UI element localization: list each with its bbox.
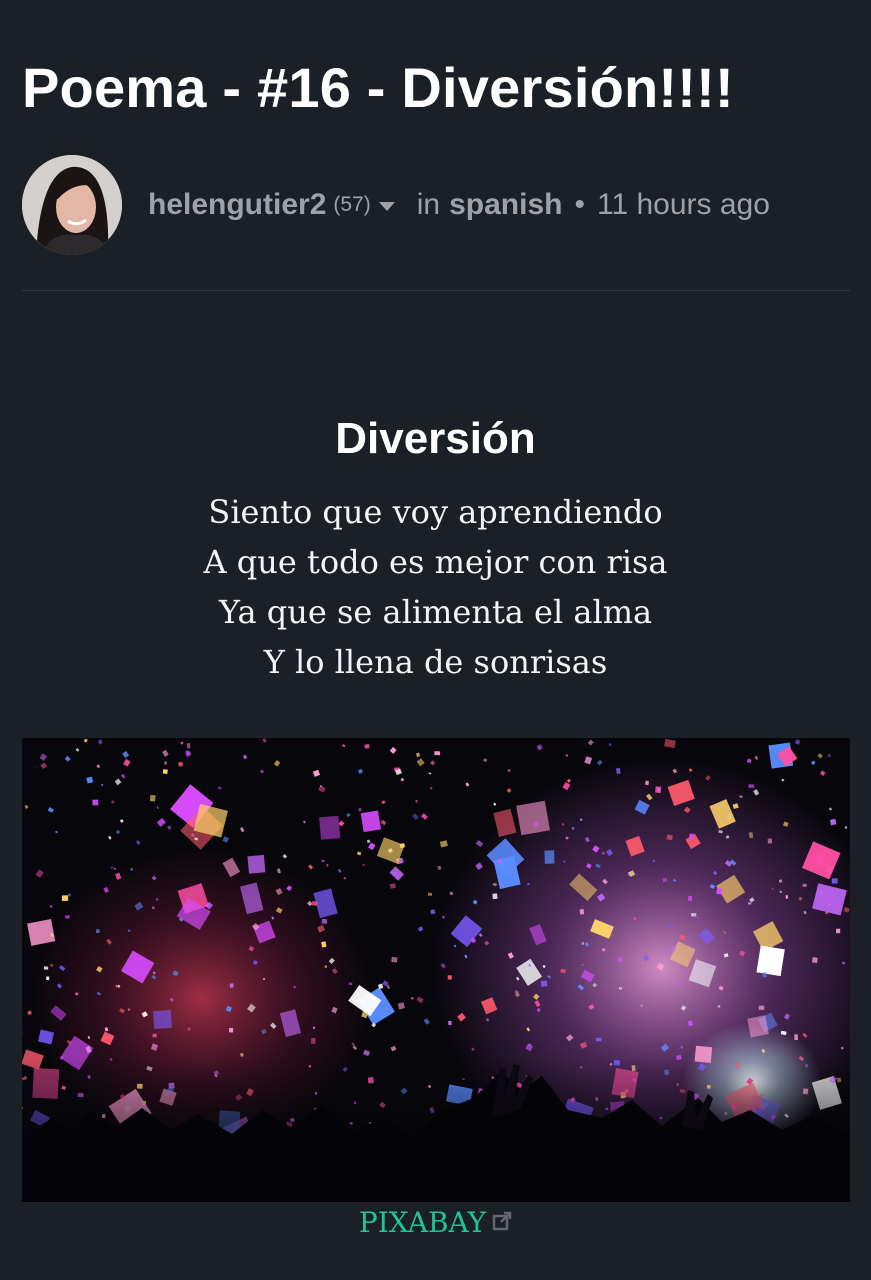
- poem-line: Ya que se alimenta el alma: [218, 593, 653, 631]
- poem-title: Diversión: [335, 414, 536, 463]
- poem-line: A que todo es mejor con risa: [203, 543, 668, 581]
- external-link-icon[interactable]: [492, 1205, 512, 1238]
- reputation-badge: (57): [333, 193, 371, 216]
- community-link[interactable]: spanish: [449, 188, 562, 222]
- post-byline: helengutier2 (57) in spanish • 11 hours …: [22, 155, 770, 255]
- author-link[interactable]: helengutier2: [148, 188, 326, 222]
- confetti-concert-photo[interactable]: [22, 738, 850, 1202]
- post-page: Poema - #16 - Diversión!!!! helengutier2…: [0, 0, 871, 1280]
- avatar[interactable]: [22, 155, 122, 255]
- post-timestamp: 11 hours ago: [596, 188, 770, 221]
- in-label: in: [416, 188, 441, 221]
- pixabay-link[interactable]: PIXABAY: [359, 1206, 486, 1239]
- divider: [22, 290, 850, 291]
- poem-line: Y lo llena de sonrisas: [263, 643, 608, 681]
- poem-body: Siento que voy aprendiendo A que todo es…: [0, 487, 871, 687]
- poem-line: Siento que voy aprendiendo: [208, 493, 663, 531]
- post-title: Poema - #16 - Diversión!!!!: [22, 56, 734, 119]
- image-source: PIXABAY: [0, 1206, 871, 1241]
- chevron-down-icon[interactable]: [378, 201, 395, 211]
- separator-dot: •: [574, 188, 585, 221]
